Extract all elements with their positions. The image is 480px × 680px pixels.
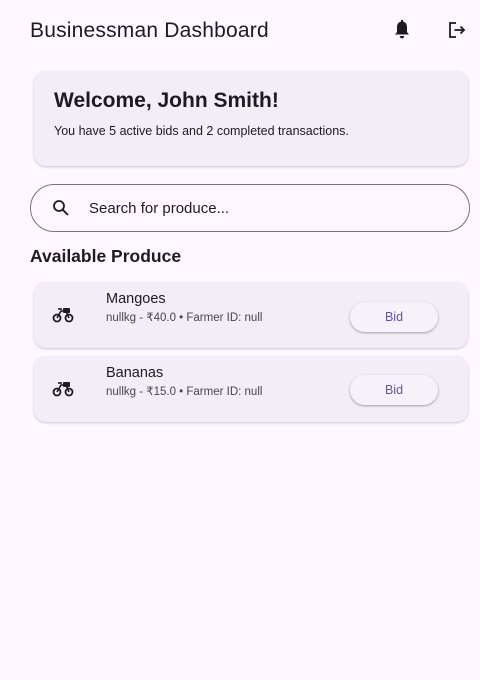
bike-icon: [52, 377, 74, 399]
logout-icon[interactable]: [445, 18, 469, 42]
search-icon: [51, 198, 71, 218]
produce-name: Bananas: [106, 365, 164, 381]
welcome-card: Welcome, John Smith! You have 5 active b…: [34, 71, 468, 166]
section-title-available-produce: Available Produce: [30, 246, 182, 266]
produce-info: Mangoes nullkg - ₹40.0 • Farmer ID: null: [106, 290, 336, 326]
search-bar[interactable]: [30, 184, 470, 232]
search-input[interactable]: [87, 198, 431, 218]
page-title: Businessman Dashboard: [30, 19, 269, 42]
produce-details: nullkg - ₹15.0 • Farmer ID: null: [106, 386, 263, 398]
bell-icon[interactable]: [390, 18, 414, 42]
dashboard-screen: Businessman Dashboard Welcome, John Smit…: [0, 0, 480, 680]
bid-button-mangoes[interactable]: Bid: [350, 302, 438, 332]
list-item: Mangoes nullkg - ₹40.0 • Farmer ID: null…: [34, 282, 468, 348]
list-item: Bananas nullkg - ₹15.0 • Farmer ID: null…: [34, 356, 468, 422]
produce-info: Bananas nullkg - ₹15.0 • Farmer ID: null: [106, 364, 336, 400]
bike-icon: [52, 303, 74, 325]
welcome-title: Welcome, John Smith!: [54, 89, 279, 112]
welcome-summary: You have 5 active bids and 2 completed t…: [54, 124, 349, 138]
produce-name: Mangoes: [106, 291, 166, 307]
bid-button-bananas[interactable]: Bid: [350, 375, 438, 405]
produce-details: nullkg - ₹40.0 • Farmer ID: null: [106, 312, 263, 324]
